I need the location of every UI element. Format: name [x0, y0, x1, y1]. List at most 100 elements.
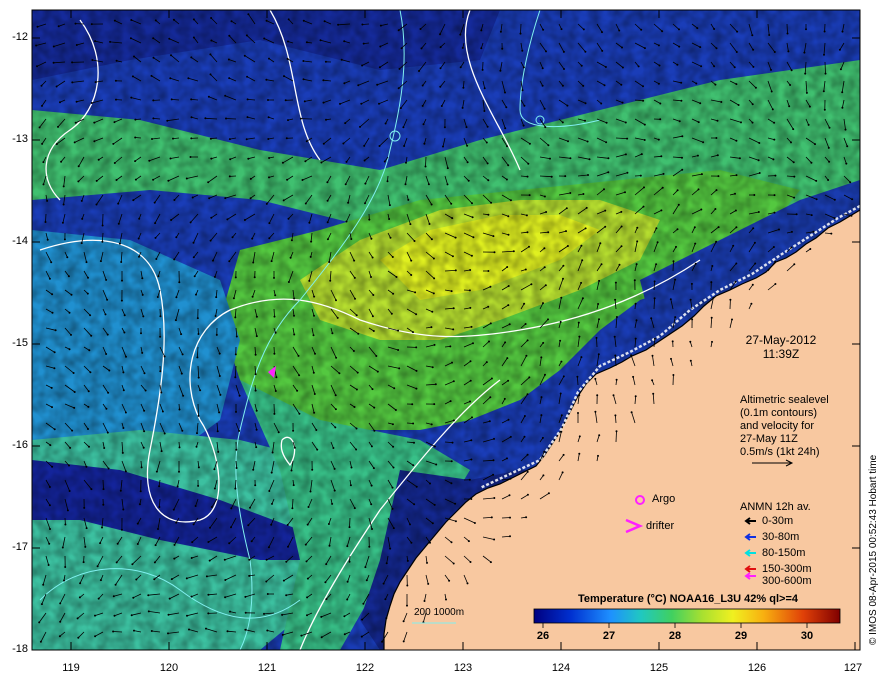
velocity-arrow-head [267, 546, 270, 549]
velocity-arrow-head [115, 59, 118, 62]
velocity-arrow-head [142, 446, 145, 449]
velocity-arrow-head [51, 293, 54, 296]
velocity-arrow-head [302, 78, 305, 81]
velocity-arrow-head [433, 343, 436, 346]
velocity-arrow-head [281, 633, 284, 636]
velocity-arrow-head [170, 54, 172, 57]
velocity-arrow-head [547, 492, 550, 495]
velocity-arrow-head [147, 594, 150, 597]
velocity-arrow-head [88, 445, 90, 448]
velocity-arrow-head [528, 142, 531, 145]
velocity-arrow-head [431, 522, 434, 525]
velocity-arrow-head [433, 445, 436, 448]
velocity-arrow-head [659, 118, 662, 121]
velocity-arrow-head [582, 28, 585, 31]
velocity-arrow-head [751, 283, 754, 286]
colorbar-tick-label: 29 [734, 630, 748, 642]
velocity-arrow-head [73, 391, 76, 393]
velocity-arrow-head [543, 450, 546, 453]
velocity-arrow-head [394, 409, 397, 411]
velocity-arrow-head [838, 48, 841, 51]
velocity-arrow-head [469, 269, 472, 271]
velocity-arrow-head [710, 281, 713, 284]
velocity-arrow-head [172, 137, 174, 140]
velocity-arrow-head [263, 612, 265, 615]
velocity-arrow-head [326, 199, 329, 202]
velocity-arrow-head [173, 199, 176, 201]
velocity-arrow-head [822, 90, 825, 93]
velocity-arrow-head [384, 122, 387, 125]
velocity-arrow-head [228, 260, 231, 263]
velocity-arrow-head [106, 333, 109, 336]
velocity-arrow-head [44, 221, 47, 223]
velocity-arrow-head [487, 305, 490, 308]
velocity-arrow-head [136, 543, 139, 545]
anmn-legend-title: ANMN 12h av. [740, 501, 811, 513]
velocity-arrow-head [273, 412, 276, 415]
velocity-arrow-head [402, 126, 405, 129]
velocity-arrow-head [716, 154, 719, 157]
velocity-arrow-head [613, 335, 616, 338]
velocity-arrow-head [841, 106, 844, 109]
velocity-arrow-head [435, 463, 438, 466]
velocity-arrow-head [678, 28, 680, 31]
velocity-arrow-head [691, 318, 694, 321]
velocity-arrow-head [526, 231, 529, 234]
velocity-arrow-head [73, 141, 76, 144]
velocity-arrow-head [53, 367, 56, 370]
velocity-arrow-head [597, 303, 600, 305]
velocity-arrow-head [63, 238, 66, 241]
velocity-arrow-head [291, 507, 294, 510]
velocity-arrow-head [544, 373, 546, 376]
velocity-arrow-head [735, 139, 738, 142]
velocity-arrow-head [370, 237, 373, 240]
velocity-arrow-head [274, 331, 277, 334]
velocity-arrow-head [483, 87, 486, 90]
velocity-arrow-head [467, 540, 470, 543]
velocity-arrow-head [772, 158, 775, 161]
velocity-arrow-head [304, 160, 307, 163]
velocity-arrow-head [598, 318, 600, 321]
velocity-arrow-head [296, 389, 299, 392]
velocity-arrow-head [361, 23, 364, 26]
velocity-arrow-head [388, 204, 391, 207]
velocity-arrow-head [493, 538, 496, 541]
velocity-arrow-head [528, 376, 531, 379]
velocity-arrow-head [105, 353, 108, 355]
velocity-arrow-head [550, 175, 553, 178]
velocity-arrow-head [235, 448, 238, 451]
velocity-arrow-head [47, 564, 50, 566]
velocity-arrow-head [122, 427, 125, 429]
velocity-arrow-head [655, 227, 658, 230]
velocity-arrow [45, 213, 47, 223]
velocity-arrow-head [697, 188, 700, 191]
velocity-arrow-head [454, 502, 457, 505]
velocity-arrow-head [282, 579, 285, 582]
velocity-arrow-head [373, 429, 376, 432]
velocity-arrow-head [270, 471, 273, 474]
velocity-arrow-head [71, 429, 74, 432]
velocity-arrow-head [636, 226, 639, 229]
velocity-arrow-head [421, 84, 424, 87]
velocity-arrow-head [50, 261, 53, 264]
sst-field [32, 10, 860, 650]
velocity-arrow-head [212, 259, 214, 262]
velocity-arrow-head [249, 177, 252, 180]
velocity-arrow-head [248, 558, 251, 561]
velocity-arrow-head [467, 179, 470, 182]
velocity-arrow-head [187, 77, 190, 80]
velocity-arrow-head [405, 161, 407, 164]
velocity-arrow-head [526, 393, 529, 396]
velocity-arrow-head [774, 283, 777, 285]
velocity-arrow-head [181, 353, 184, 356]
velocity-arrow-head [851, 198, 854, 201]
velocity-arrow-head [653, 297, 656, 300]
velocity-arrow-head [251, 237, 254, 240]
velocity-arrow-head [407, 198, 410, 201]
velocity-arrow-head [524, 268, 527, 271]
velocity-arrow-head [542, 302, 544, 305]
velocity-arrow-head [234, 316, 237, 319]
velocity-arrow-head [409, 523, 411, 526]
velocity-arrow-head [230, 526, 232, 529]
velocity-arrow-head [130, 614, 133, 617]
